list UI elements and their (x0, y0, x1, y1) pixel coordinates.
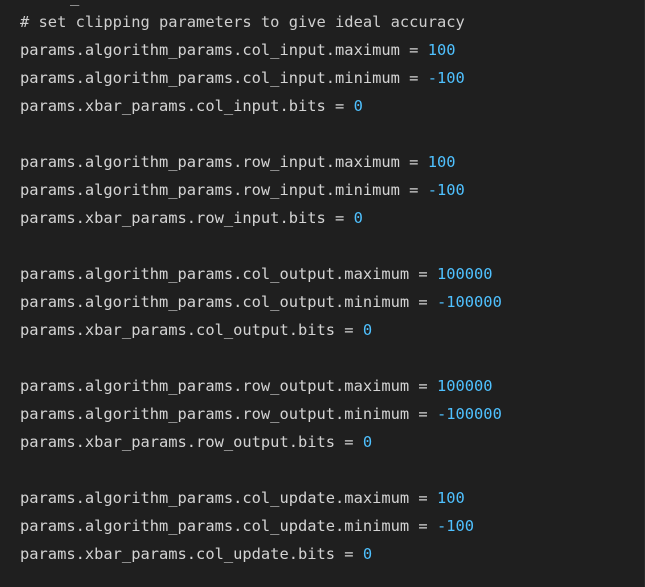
line-code: params.algorithm_params.row_output.minim… (20, 405, 437, 423)
code-line-10: params.algorithm_params.col_output.maxim… (20, 260, 644, 288)
line-value: -100 (436, 517, 475, 535)
line-code: params.xbar_params.col_update.bits = (20, 545, 363, 563)
line-value: 100 (427, 153, 456, 171)
line-value: 0 (353, 209, 363, 227)
code-line-4: params.xbar_params.col_input.bits = 0 (20, 92, 644, 120)
line-value: -100 (427, 181, 465, 199)
code-line-11: params.algorithm_params.col_output.minim… (20, 288, 644, 316)
line-code: params.algorithm_params.col_update.minim… (20, 517, 437, 535)
code-line-15: params.algorithm_params.row_output.minim… (20, 400, 644, 428)
line-code: params.xbar_params.row_input.bits = (20, 209, 354, 227)
line-value: 100000 (436, 265, 493, 283)
code-line-3: params.algorithm_params.col_input.minimu… (20, 64, 644, 92)
code-line-2: params.algorithm_params.col_input.maximu… (20, 36, 644, 64)
line-code: params.algorithm_params.row_output.maxim… (20, 377, 437, 395)
line-code: params.algorithm_params.col_output.maxim… (20, 265, 437, 283)
line-value: 100 (436, 489, 465, 507)
code-line-18: params.algorithm_params.col_update.maxim… (20, 484, 644, 512)
comment-text: # set clipping parameters to give ideal … (20, 13, 465, 31)
line-value: 0 (362, 433, 373, 451)
line-value: 0 (362, 545, 373, 563)
code-area[interactable]: # set clipping parameters to give ideal … (20, 8, 644, 568)
line-value: -100 (427, 69, 465, 87)
line-value: 100000 (436, 377, 493, 395)
code-line-14: params.algorithm_params.row_output.maxim… (20, 372, 644, 400)
line-code: params.xbar_params.row_output.bits = (20, 433, 363, 451)
code-editor[interactable]: _ # set clipping parameters to give idea… (0, 0, 645, 587)
line-code: params.algorithm_params.row_input.minimu… (20, 181, 428, 199)
code-line-12: params.xbar_params.col_output.bits = 0 (20, 316, 644, 344)
line-code: params.algorithm_params.row_input.maximu… (20, 153, 428, 171)
code-line-1: # set clipping parameters to give ideal … (20, 8, 644, 36)
line-code: params.algorithm_params.col_input.minimu… (20, 69, 428, 87)
code-line-20: params.xbar_params.col_update.bits = 0 (20, 540, 644, 568)
line-code: params.xbar_params.col_input.bits = (20, 97, 354, 115)
code-line-16: params.xbar_params.row_output.bits = 0 (20, 428, 644, 456)
clipped-top-line: _ (70, 0, 79, 5)
line-code: params.algorithm_params.col_output.minim… (20, 293, 437, 311)
line-value: -100000 (436, 405, 502, 423)
code-line-7: params.algorithm_params.row_input.minimu… (20, 176, 644, 204)
code-line-19: params.algorithm_params.col_update.minim… (20, 512, 644, 540)
line-code: params.xbar_params.col_output.bits = (20, 321, 363, 339)
code-line-8: params.xbar_params.row_input.bits = 0 (20, 204, 644, 232)
code-line-6: params.algorithm_params.row_input.maximu… (20, 148, 644, 176)
line-value: -100000 (436, 293, 502, 311)
line-value: 0 (362, 321, 373, 339)
line-value: 100 (427, 41, 456, 59)
line-code: params.algorithm_params.col_update.maxim… (20, 489, 437, 507)
line-value: 0 (353, 97, 363, 115)
line-code: params.algorithm_params.col_input.maximu… (20, 41, 428, 59)
